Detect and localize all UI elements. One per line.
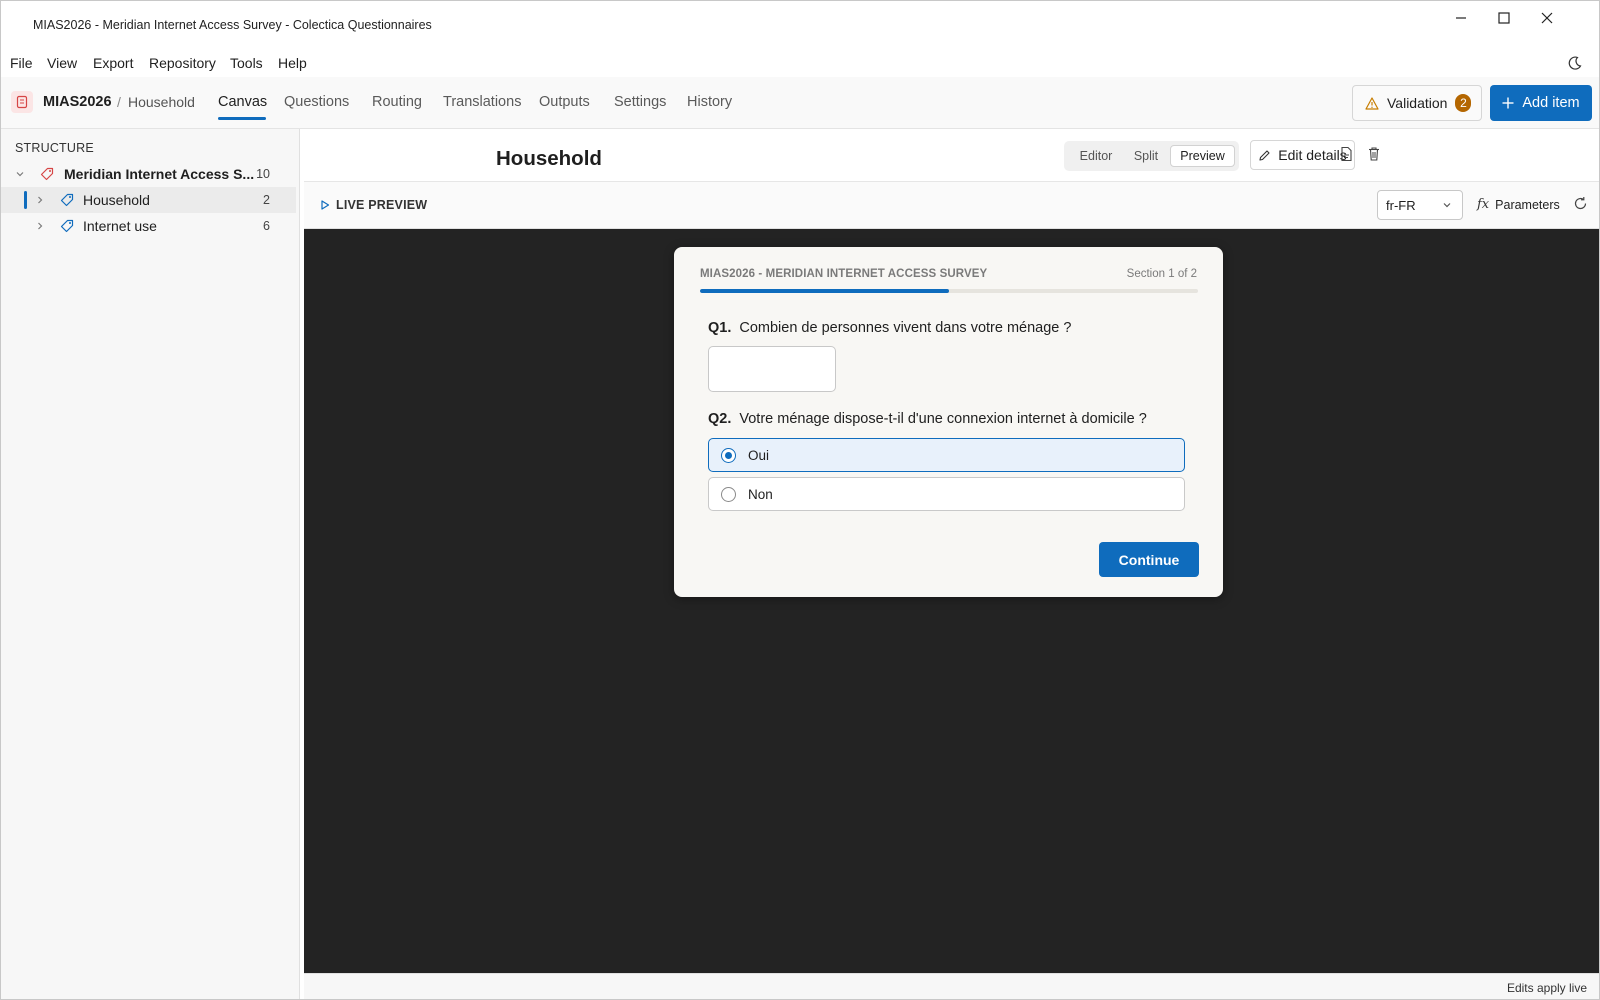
maximize-button[interactable] — [1481, 1, 1527, 35]
progress-fill — [700, 289, 949, 293]
pencil-icon — [1259, 149, 1270, 161]
menu-tools[interactable]: Tools — [230, 55, 263, 71]
tree-item-label: Internet use — [83, 218, 157, 234]
minimize-button[interactable] — [1438, 1, 1484, 35]
breadcrumb-root[interactable]: MIAS2026 — [43, 94, 112, 110]
validation-label: Validation — [1387, 95, 1448, 111]
mode-editor[interactable]: Editor — [1070, 145, 1122, 167]
export-pdf-icon[interactable] — [1339, 146, 1353, 162]
status-text: Edits apply live — [1506, 981, 1587, 995]
option-non[interactable]: Non — [708, 477, 1185, 511]
menu-repository[interactable]: Repository — [149, 55, 216, 71]
breadcrumb-current: Household — [128, 94, 195, 110]
app-window: MIAS2026 - Meridian Internet Access Surv… — [0, 0, 1600, 1000]
page-title: Household — [496, 147, 602, 170]
close-button[interactable] — [1524, 1, 1570, 35]
option-label: Non — [748, 486, 773, 502]
tab-questions[interactable]: Questions — [284, 94, 349, 110]
theme-toggle-button[interactable] — [1567, 55, 1583, 76]
question-number: Q2. — [708, 411, 732, 427]
warning-icon — [1365, 96, 1379, 110]
radio-selected[interactable] — [721, 447, 736, 463]
window-title: MIAS2026 - Meridian Internet Access Surv… — [33, 18, 432, 32]
questionnaire-icon — [11, 91, 33, 113]
validation-button[interactable]: Validation 2 — [1352, 85, 1482, 121]
tab-translations[interactable]: Translations — [443, 94, 521, 110]
tab-canvas[interactable]: Canvas — [218, 94, 267, 110]
menu-export[interactable]: Export — [93, 55, 133, 71]
tab-settings[interactable]: Settings — [614, 94, 666, 110]
main-panel: Household Editor Split Preview Edit deta… — [304, 129, 1599, 999]
menu-view[interactable]: View — [47, 55, 77, 71]
chevron-down-icon[interactable] — [15, 169, 25, 179]
mode-preview[interactable]: Preview — [1170, 145, 1235, 167]
delete-icon[interactable] — [1367, 146, 1381, 162]
function-icon: fx — [1477, 197, 1490, 212]
tree-item-household[interactable]: Household 2 — [1, 187, 296, 213]
tree-item-count: 6 — [263, 219, 270, 233]
refresh-icon[interactable] — [1573, 196, 1588, 211]
tab-routing[interactable]: Routing — [372, 94, 422, 110]
title-bar: MIAS2026 - Meridian Internet Access Surv… — [1, 1, 1599, 47]
view-mode-switcher: Editor Split Preview — [1064, 141, 1239, 171]
chevron-right-icon[interactable] — [35, 195, 45, 205]
minimize-icon — [1456, 17, 1466, 19]
sidebar-heading: STRUCTURE — [15, 141, 94, 155]
moon-icon — [1568, 56, 1582, 70]
option-oui[interactable]: Oui — [708, 438, 1185, 472]
breadcrumb-separator: / — [117, 94, 121, 110]
active-tab-indicator — [218, 117, 266, 120]
language-select[interactable]: fr-FR — [1377, 190, 1463, 220]
tree-root[interactable]: Meridian Internet Access S... 10 — [1, 161, 296, 187]
menu-file[interactable]: File — [10, 55, 33, 71]
preview-toolbar: LIVE PREVIEW fr-FR fx Parameters — [304, 182, 1599, 229]
tag-icon — [60, 193, 74, 207]
edit-details-label: Edit details — [1278, 147, 1347, 163]
structure-sidebar: STRUCTURE Meridian Internet Access S... … — [1, 129, 300, 999]
play-icon — [321, 200, 330, 210]
validation-count-badge: 2 — [1455, 94, 1472, 112]
tab-outputs[interactable]: Outputs — [539, 94, 590, 110]
option-label: Oui — [748, 447, 770, 463]
chevron-right-icon[interactable] — [35, 221, 45, 231]
close-icon — [1541, 12, 1553, 24]
continue-button[interactable]: Continue — [1099, 542, 1199, 577]
add-item-button[interactable]: Add item — [1490, 85, 1592, 121]
selection-indicator — [24, 191, 27, 209]
tag-icon — [40, 167, 54, 181]
live-preview-toggle[interactable]: LIVE PREVIEW — [320, 198, 427, 212]
plus-icon — [1502, 97, 1514, 109]
question-text: Combien de personnes vivent dans votre m… — [739, 320, 1072, 336]
tree-root-count: 10 — [256, 167, 270, 181]
tree-root-label: Meridian Internet Access S... — [64, 166, 255, 182]
status-bar: Edits apply live — [304, 973, 1599, 999]
add-item-label: Add item — [1522, 95, 1580, 111]
tree-item-internet-use[interactable]: Internet use 6 — [1, 213, 296, 239]
menu-help[interactable]: Help — [278, 55, 307, 71]
tree-item-count: 2 — [263, 193, 270, 207]
live-preview-label: LIVE PREVIEW — [336, 198, 428, 212]
preview-stage: MIAS2026 - MERIDIAN INTERNET ACCESS SURV… — [304, 229, 1599, 973]
progress-bar — [700, 289, 1198, 293]
survey-subtitle: MIAS2026 - MERIDIAN INTERNET ACCESS SURV… — [700, 268, 988, 280]
parameters-button[interactable]: fx Parameters — [1477, 197, 1560, 212]
tag-icon — [60, 219, 74, 233]
household-size-input[interactable] — [708, 346, 836, 392]
question-number: Q1. — [708, 320, 732, 336]
question-q1: Q1. Combien de personnes vivent dans votr… — [708, 320, 1071, 336]
language-value: fr-FR — [1386, 197, 1416, 213]
mode-split[interactable]: Split — [1124, 145, 1168, 167]
tab-history[interactable]: History — [687, 94, 732, 110]
menu-bar: File View Export Repository Tools Help — [1, 49, 1599, 77]
radio-unselected[interactable] — [721, 486, 736, 502]
parameters-label: Parameters — [1495, 197, 1560, 212]
tree-item-label: Household — [83, 192, 150, 208]
question-text: Votre ménage dispose-t-il d'une connexio… — [739, 411, 1147, 427]
question-q2: Q2. Votre ménage dispose-t-il d'une conne… — [708, 411, 1147, 427]
section-indicator: Section 1 of 2 — [1126, 268, 1197, 280]
maximize-icon — [1498, 12, 1510, 24]
survey-card: MIAS2026 - MERIDIAN INTERNET ACCESS SURV… — [674, 247, 1223, 597]
chevron-down-icon — [1442, 200, 1452, 210]
